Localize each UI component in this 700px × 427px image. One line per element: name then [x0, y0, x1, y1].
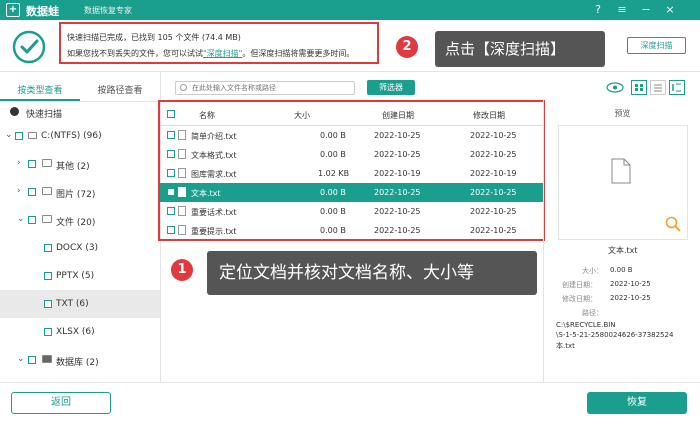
preview-filename: 文本.txt [608, 246, 638, 255]
checkbox[interactable] [44, 272, 52, 280]
checkbox[interactable] [44, 328, 52, 336]
tree-item-docx[interactable]: DOCX (3) [0, 234, 160, 262]
document-icon [42, 215, 52, 223]
scan-status-header: 快速扫描已完成，已找到 105 个文件 (74.4 MB) 如果您找不到丢失的文… [0, 20, 700, 72]
eye-icon[interactable] [605, 80, 625, 95]
row-checkbox[interactable] [167, 207, 175, 215]
tab-by-type[interactable]: 按类型查看 [0, 83, 80, 101]
txt-file-icon [178, 130, 186, 140]
table-row[interactable]: 文本格式.txt 0.00 B 2022-10-25 2022-10-25 [160, 145, 543, 164]
tree-item-drive-c[interactable]: ⌄ C:(NTFS) (96) [0, 122, 160, 150]
list-view-icon[interactable] [650, 80, 666, 95]
scan-status-box: 快速扫描已完成，已找到 105 个文件 (74.4 MB) 如果您找不到丢失的文… [59, 22, 379, 64]
row-checkbox[interactable] [167, 150, 175, 158]
table-row[interactable]: 重要提示.txt 0.00 B 2022-10-25 2022-10-25 [160, 221, 543, 240]
left-panel: 按类型查看 按路径查看 快速扫描 ⌄ C:(NTFS) (96) › 其他 (2… [0, 72, 161, 382]
chevron-down-icon: ⌄ [17, 214, 25, 224]
recover-button[interactable]: 恢复 [587, 392, 687, 414]
txt-file-icon [178, 206, 186, 216]
deep-scan-link[interactable]: "深度扫描" [203, 49, 242, 58]
tree-item-quick-scan[interactable]: 快速扫描 [0, 102, 160, 122]
folder-icon [42, 159, 52, 167]
tree-item-txt[interactable]: TXT (6) [0, 290, 160, 318]
footer: 返回 恢复 [0, 382, 700, 427]
deep-scan-button[interactable]: 深度扫描 [627, 37, 686, 54]
title-bar: + 数据蛙 数据恢复专家 ? ≡ − × [0, 0, 700, 20]
app-name: 数据蛙 [26, 5, 59, 18]
menu-icon[interactable]: ≡ [614, 2, 630, 18]
tree-item-database[interactable]: ⌄ 数据库 (2) [0, 346, 160, 374]
chevron-right-icon: › [17, 158, 21, 168]
select-all-checkbox[interactable] [167, 110, 175, 118]
txt-file-icon [178, 225, 186, 235]
annotation-tooltip-2: 点击【深度扫描】 [435, 31, 605, 67]
table-row[interactable]: 重要话术.txt 0.00 B 2022-10-25 2022-10-25 [160, 202, 543, 221]
view-tabs: 按类型查看 按路径查看 [0, 80, 161, 102]
search-input[interactable] [192, 83, 352, 93]
detail-view-icon[interactable] [669, 80, 685, 95]
row-checkbox[interactable] [167, 188, 175, 196]
search-box[interactable] [175, 81, 355, 95]
checkbox[interactable] [44, 244, 52, 252]
zoom-icon[interactable] [665, 216, 681, 232]
drive-icon [28, 132, 37, 139]
chevron-down-icon: ⌄ [5, 130, 13, 140]
database-icon [42, 355, 52, 363]
checkbox[interactable] [28, 216, 36, 224]
row-checkbox[interactable] [167, 226, 175, 234]
chevron-right-icon: › [17, 186, 21, 196]
annotation-badge-1: 1 [171, 259, 193, 281]
col-modified[interactable]: 修改日期 [473, 110, 505, 121]
checkbox[interactable] [28, 188, 36, 196]
back-button[interactable]: 返回 [11, 392, 111, 414]
tree-item-documents[interactable]: ⌄ 文件 (20) [0, 206, 160, 234]
txt-file-icon [178, 168, 186, 178]
row-checkbox[interactable] [167, 131, 175, 139]
table-row-selected[interactable]: 文本.txt 0.00 B 2022-10-25 2022-10-25 [160, 183, 543, 202]
preview-thumbnail [558, 125, 688, 240]
preview-title: 预览 [614, 109, 631, 118]
scan-complete-icon [12, 30, 46, 64]
checkbox[interactable] [44, 300, 52, 308]
scan-result-text: 快速扫描已完成，已找到 105 个文件 (74.4 MB) [67, 33, 241, 42]
preview-panel: 预览 文本.txt 大小： 0.00 B 创建日期： 2022-10-25 修改… [543, 100, 700, 382]
table-header: 名称 大小 创建日期 修改日期 [160, 102, 543, 126]
grid-view-icon[interactable] [631, 80, 647, 95]
col-size[interactable]: 大小 [294, 110, 310, 121]
deep-scan-hint: 如果您找不到丢失的文件，您可以试试"深度扫描"。但深度扫描将需要更多时间。 [67, 49, 355, 58]
search-icon [180, 84, 187, 91]
txt-file-icon [178, 187, 186, 197]
tab-by-path[interactable]: 按路径查看 [80, 83, 160, 101]
file-table: 名称 大小 创建日期 修改日期 简单介绍.txt 0.00 B 2022-10-… [158, 100, 545, 241]
table-row[interactable]: 图库需求.txt 1.02 KB 2022-10-19 2022-10-19 [160, 164, 543, 183]
app-subtitle: 数据恢复专家 [84, 6, 132, 15]
checkbox[interactable] [28, 356, 36, 364]
tree-item-xlsx[interactable]: XLSX (6) [0, 318, 160, 346]
app-logo-icon: + [6, 3, 20, 17]
col-created[interactable]: 创建日期 [382, 110, 414, 121]
tree-item-images[interactable]: › 图片 (72) [0, 178, 160, 206]
chevron-down-icon: ⌄ [17, 354, 25, 364]
tree-item-other[interactable]: › 其他 (2) [0, 150, 160, 178]
checkbox[interactable] [15, 132, 23, 140]
checkbox[interactable] [28, 160, 36, 168]
table-row[interactable]: 简单介绍.txt 0.00 B 2022-10-25 2022-10-25 [160, 126, 543, 145]
close-icon[interactable]: × [662, 2, 678, 18]
row-checkbox[interactable] [167, 169, 175, 177]
check-circle-icon [10, 107, 19, 116]
txt-file-icon [178, 149, 186, 159]
annotation-tooltip-1: 定位文档并核对文档名称、大小等 [207, 251, 537, 295]
tree-item-pptx[interactable]: PPTX (5) [0, 262, 160, 290]
image-icon [42, 187, 52, 195]
file-preview-icon [611, 158, 631, 184]
col-name[interactable]: 名称 [199, 110, 215, 121]
annotation-badge-2: 2 [396, 36, 418, 58]
file-toolbar: 筛选器 [161, 72, 700, 100]
minimize-icon[interactable]: − [638, 2, 654, 18]
help-icon[interactable]: ? [590, 2, 606, 18]
filter-button[interactable]: 筛选器 [367, 80, 415, 95]
